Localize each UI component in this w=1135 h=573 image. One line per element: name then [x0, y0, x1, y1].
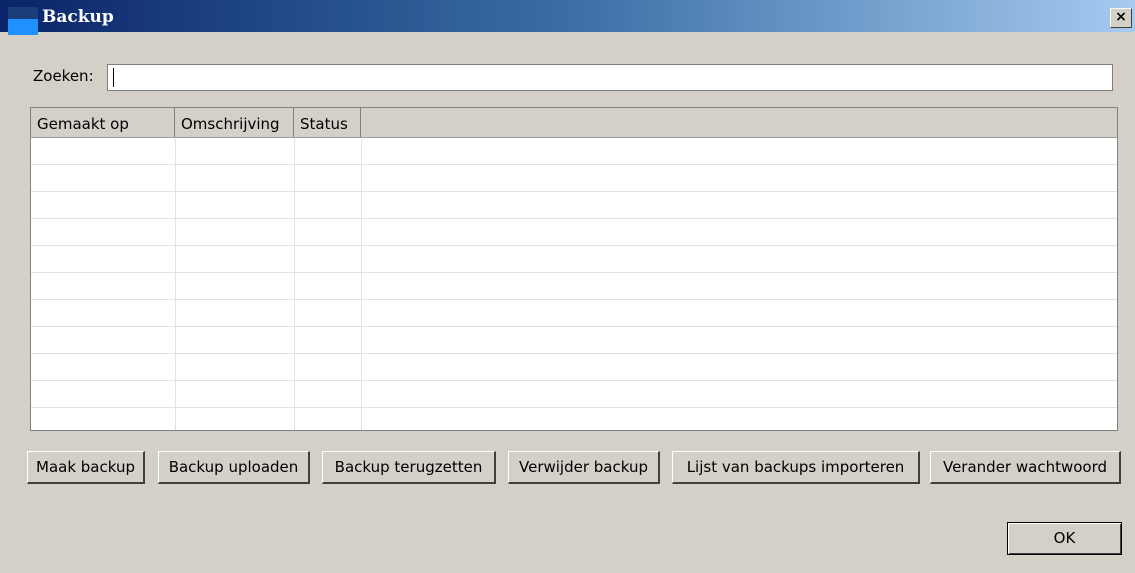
title-bar: Backup × [0, 0, 1135, 35]
table-header: Gemaakt op Omschrijving Status [31, 108, 1117, 138]
table-row[interactable] [31, 327, 1117, 354]
change-password-button[interactable]: Verander wachtwoord [930, 451, 1121, 484]
column-header-filler [361, 108, 1117, 137]
table-row[interactable] [31, 381, 1117, 408]
make-backup-button[interactable]: Maak backup [27, 451, 145, 484]
table-row[interactable] [31, 273, 1117, 300]
column-header-description[interactable]: Omschrijving [175, 108, 294, 137]
restore-backup-button[interactable]: Backup terugzetten [322, 451, 496, 484]
table-row[interactable] [31, 300, 1117, 327]
window-title: Backup [42, 7, 114, 27]
text-cursor [113, 68, 114, 87]
table-row[interactable] [31, 165, 1117, 192]
backup-table[interactable]: Gemaakt op Omschrijving Status [30, 107, 1118, 431]
ok-button[interactable]: OK [1007, 522, 1122, 555]
app-icon [8, 7, 38, 35]
import-backup-list-button[interactable]: Lijst van backups importeren [672, 451, 920, 484]
close-button[interactable]: × [1110, 8, 1132, 28]
search-input[interactable] [107, 64, 1113, 91]
table-row[interactable] [31, 219, 1117, 246]
search-label: Zoeken: [33, 67, 94, 85]
table-row[interactable] [31, 246, 1117, 273]
table-row[interactable] [31, 192, 1117, 219]
delete-backup-button[interactable]: Verwijder backup [508, 451, 660, 484]
table-row[interactable] [31, 354, 1117, 381]
table-row[interactable] [31, 408, 1117, 430]
upload-backup-button[interactable]: Backup uploaden [158, 451, 310, 484]
column-header-created[interactable]: Gemaakt op [31, 108, 175, 137]
column-header-status[interactable]: Status [294, 108, 361, 137]
table-row[interactable] [31, 138, 1117, 165]
